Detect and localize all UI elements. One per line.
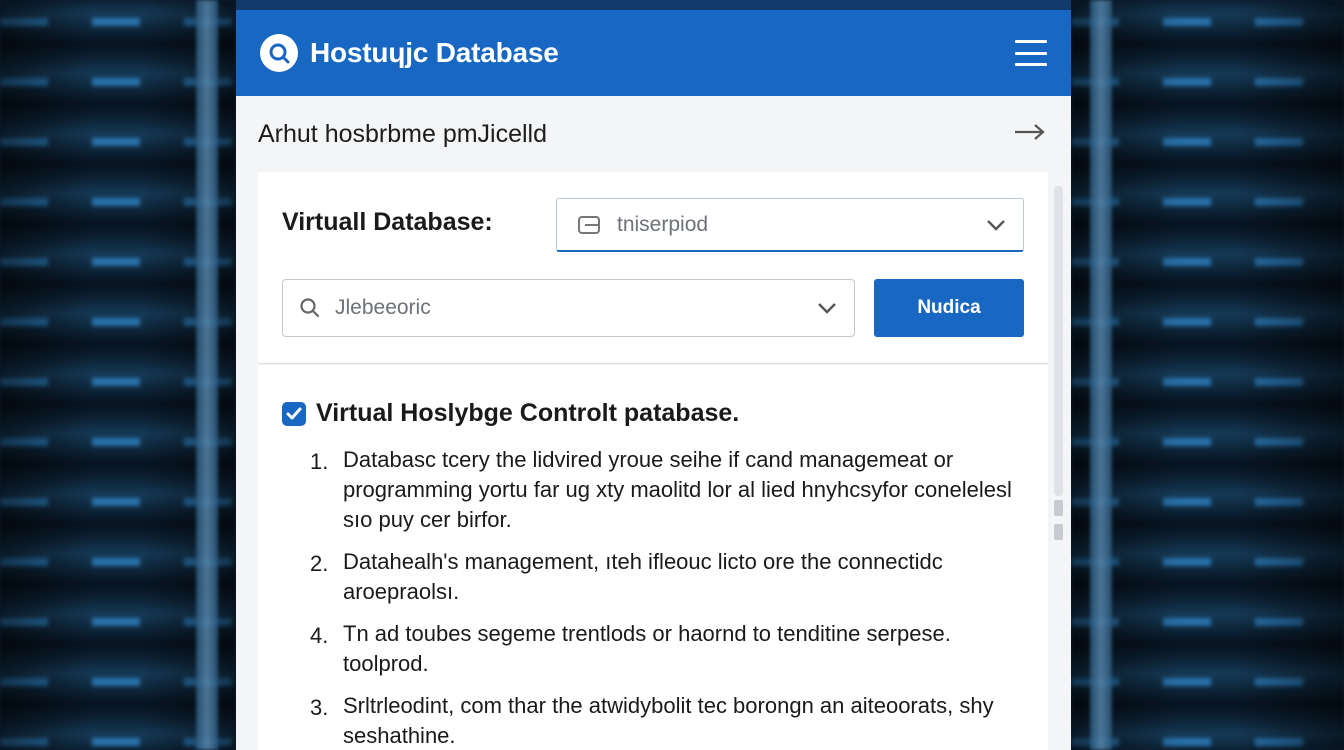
checkbox-label: Virtual Hoslybge Controlt patabase. [316,399,740,427]
primary-action-button[interactable]: Nudica [874,279,1024,337]
chevron-down-icon [987,219,1005,231]
database-icon [578,215,600,234]
list-item-text: Srltrleodint, com thar the atwidybolit t… [343,693,994,748]
database-select[interactable]: tniserpiod [556,198,1024,252]
search-logo-icon [260,34,298,72]
app-header: Hostuɥjc Database [236,10,1071,96]
list-item-text: Tn ad toubes segeme trentlods or haornd … [343,621,951,676]
scrollbar-tick [1054,500,1063,516]
list-item-number: 3. [310,695,329,720]
rack-post-left [196,0,218,750]
search-input[interactable]: Jlebeeoric [282,279,855,337]
list-item: 2. Datahealh's management, ıteh ifleouc … [310,549,1030,607]
list-item: 3. Srltrleodint, com thar the atwidyboli… [310,693,1030,750]
checkmark-icon [286,407,302,419]
list-item-text: Datahealh's management, ıteh ifleouc lic… [343,549,943,604]
list-item-number: 1. [310,449,329,474]
list-item-number: 2. [310,551,329,576]
checkbox-row[interactable]: Virtual Hoslybge Controlt patabase. [282,399,739,428]
scrollbar[interactable] [1054,186,1063,496]
checkbox[interactable] [282,401,306,426]
forward-button[interactable] [1013,122,1047,147]
scrollbar-tick [1054,524,1063,540]
menu-button[interactable] [1015,40,1047,66]
list-item: 1. Databasc tcery the lidvired yroue sei… [310,447,1030,535]
rack-post-right [1090,0,1112,750]
list-item-number: 4. [310,623,329,648]
filter-panel: Virtuall Database: tniserpiod Jlebeeoric… [258,172,1048,364]
chevron-down-icon [818,303,836,314]
menu-icon [1015,40,1047,43]
app-title: Hostuɥjc Database [310,37,559,68]
database-field-label: Virtuall Database: [282,208,493,236]
app-window: Hostuɥjc Database Arhut hosbrbme pmJicel… [236,0,1071,750]
content-panel: Virtual Hoslybge Controlt patabase. 1. D… [258,365,1048,750]
list-item-text: Databasc tcery the lidvired yroue seihe … [343,447,1012,532]
numbered-list: 1. Databasc tcery the lidvired yroue sei… [310,447,1030,750]
search-icon [300,298,320,318]
arrow-right-icon [1015,123,1045,140]
search-input-value: Jlebeeoric [335,296,431,319]
subheader: Arhut hosbrbme pmJicelld [236,96,1071,172]
list-item: 4. Tn ad toubes segeme trentlods or haor… [310,621,1030,679]
subheader-title: Arhut hosbrbme pmJicelld [258,119,548,148]
database-select-value: tniserpiod [617,212,709,236]
window-top-strip [236,0,1071,10]
